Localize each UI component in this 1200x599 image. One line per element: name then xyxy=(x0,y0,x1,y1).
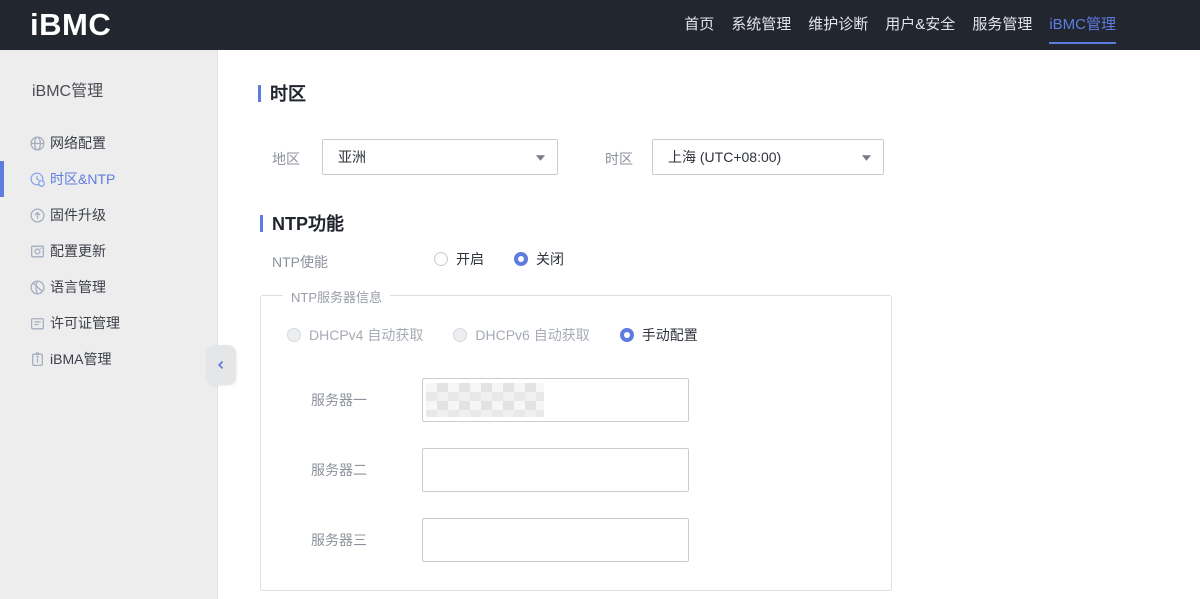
sidebar-title: iBMC管理 xyxy=(32,77,103,101)
timezone-section-title: 时区 xyxy=(258,80,306,106)
server-two-row: 服务器二 xyxy=(261,448,689,492)
nav-item-maintenance[interactable]: 维护诊断 xyxy=(808,0,868,50)
chevron-down-icon xyxy=(861,154,872,162)
region-select[interactable]: 亚洲 xyxy=(322,139,558,175)
section-accent-bar xyxy=(260,215,263,232)
server-one-row: 服务器一 xyxy=(261,378,689,422)
radio-dhcpv6-auto[interactable] xyxy=(453,328,467,342)
sidebar-item-timezone-ntp[interactable]: 时区&NTP xyxy=(0,161,217,197)
ibma-clipboard-icon xyxy=(29,351,46,368)
radio-manual-config-label: 手动配置 xyxy=(642,325,698,345)
ntp-enable-label: NTP使能 xyxy=(272,252,328,272)
license-icon xyxy=(29,315,46,332)
ntp-server-mode-radio-group: DHCPv4 自动获取 DHCPv6 自动获取 手动配置 xyxy=(287,321,698,349)
sidebar-item-label: 固件升级 xyxy=(50,205,106,225)
region-label: 地区 xyxy=(272,149,300,169)
sidebar-item-ibma[interactable]: iBMA管理 xyxy=(0,341,217,377)
sidebar-item-label: 许可证管理 xyxy=(50,313,120,333)
section-accent-bar xyxy=(258,85,261,102)
sidebar-menu: 网络配置 时区&NTP 固件升级 xyxy=(0,125,217,377)
sidebar-item-network-config[interactable]: 网络配置 xyxy=(0,125,217,161)
timezone-clock-icon xyxy=(29,171,46,188)
sidebar-item-label: 网络配置 xyxy=(50,133,106,153)
radio-ntp-on[interactable] xyxy=(434,252,448,266)
radio-dhcpv6-auto-label: DHCPv6 自动获取 xyxy=(475,325,589,345)
top-nav: iBMC 首页 系统管理 维护诊断 用户&安全 服务管理 iBMC管理 xyxy=(0,0,1200,50)
nav-item-system[interactable]: 系统管理 xyxy=(731,0,791,50)
firmware-upgrade-icon xyxy=(29,207,46,224)
chevron-down-icon xyxy=(535,154,546,162)
radio-ntp-off[interactable] xyxy=(514,252,528,266)
sidebar-item-license[interactable]: 许可证管理 xyxy=(0,305,217,341)
nav-item-user-security[interactable]: 用户&安全 xyxy=(885,0,955,50)
ibmc-logo: iBMC xyxy=(30,7,111,43)
timezone-label: 时区 xyxy=(605,149,633,169)
radio-ntp-on-label: 开启 xyxy=(456,249,484,269)
ntp-server-group-legend: NTP服务器信息 xyxy=(283,287,390,306)
language-icon xyxy=(29,279,46,296)
config-update-icon xyxy=(29,243,46,260)
chevron-left-icon xyxy=(215,359,227,371)
sidebar-item-language[interactable]: 语言管理 xyxy=(0,269,217,305)
sidebar: iBMC管理 网络配置 时区&NTP xyxy=(0,50,218,599)
server-three-label: 服务器三 xyxy=(311,530,422,550)
ntp-section-title: NTP功能 xyxy=(260,210,344,236)
sidebar-item-config-update[interactable]: 配置更新 xyxy=(0,233,217,269)
sidebar-item-label: iBMA管理 xyxy=(50,349,111,369)
server-two-input[interactable] xyxy=(422,448,689,492)
ntp-server-group: NTP服务器信息 DHCPv4 自动获取 DHCPv6 自动获取 手动配置 服务… xyxy=(260,295,892,591)
server-one-input[interactable] xyxy=(422,378,689,422)
sidebar-item-label: 配置更新 xyxy=(50,241,106,261)
ntp-enable-radio-group: 开启 关闭 xyxy=(434,245,564,273)
radio-manual-config[interactable] xyxy=(620,328,634,342)
nav-item-ibmc-management[interactable]: iBMC管理 xyxy=(1049,0,1116,50)
radio-dhcpv4-auto-label: DHCPv4 自动获取 xyxy=(309,325,423,345)
network-globe-icon xyxy=(29,135,46,152)
server-three-input[interactable] xyxy=(422,518,689,562)
timezone-select[interactable]: 上海 (UTC+08:00) xyxy=(652,139,884,175)
nav-item-service[interactable]: 服务管理 xyxy=(972,0,1032,50)
server-one-label: 服务器一 xyxy=(311,390,422,410)
sidebar-item-firmware-upgrade[interactable]: 固件升级 xyxy=(0,197,217,233)
page: iBMC 首页 系统管理 维护诊断 用户&安全 服务管理 iBMC管理 iBMC… xyxy=(0,0,1200,599)
radio-dhcpv4-auto[interactable] xyxy=(287,328,301,342)
top-nav-items: 首页 系统管理 维护诊断 用户&安全 服务管理 iBMC管理 xyxy=(684,0,1116,50)
sidebar-item-label: 语言管理 xyxy=(50,277,106,297)
sidebar-item-label: 时区&NTP xyxy=(50,169,115,189)
server-two-label: 服务器二 xyxy=(311,460,422,480)
sidebar-collapse-button[interactable] xyxy=(206,345,236,385)
server-three-row: 服务器三 xyxy=(261,518,689,562)
radio-ntp-off-label: 关闭 xyxy=(536,249,564,269)
nav-item-home[interactable]: 首页 xyxy=(684,0,714,50)
